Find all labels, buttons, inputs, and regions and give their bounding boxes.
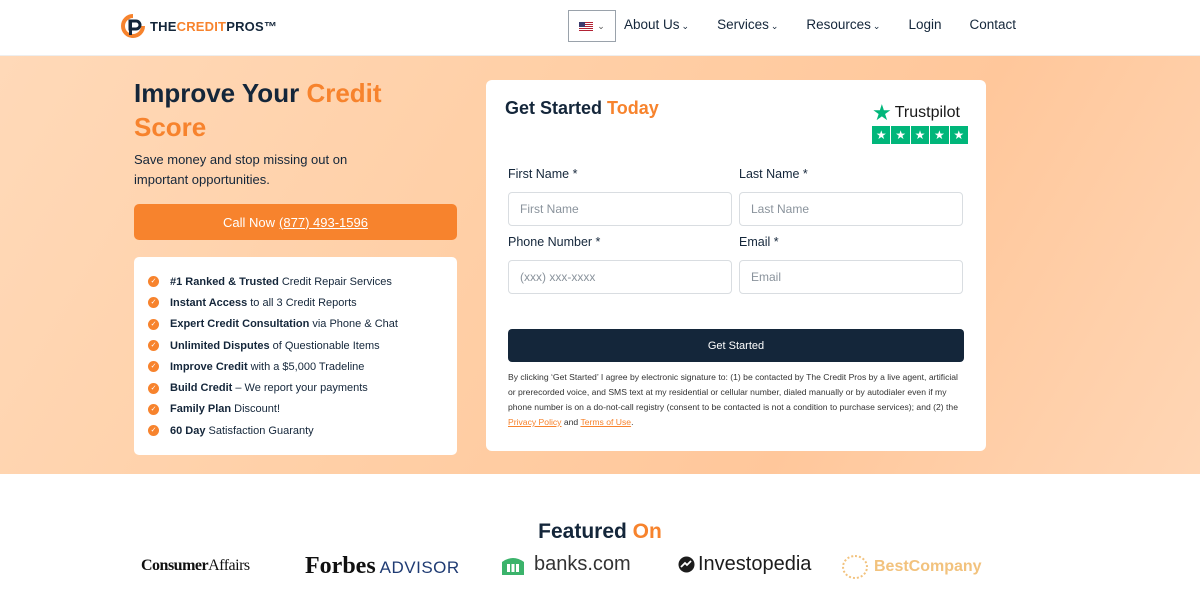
- list-item: ✓ Unlimited Disputes of Questionable Items: [148, 335, 457, 356]
- star-icon: ★: [930, 126, 949, 144]
- terms-of-use-link[interactable]: Terms of Use: [580, 417, 631, 427]
- form-title: Get Started Today: [505, 98, 659, 118]
- trustpilot-badge[interactable]: ★ Trustpilot ★ ★ ★ ★ ★: [872, 100, 968, 144]
- logo-icon: [121, 14, 145, 38]
- hero-title: Improve Your Credit Score: [134, 78, 382, 142]
- list-item: ✓ Family Plan Discount!: [148, 399, 457, 420]
- list-item: ✓ Improve Credit with a $5,000 Tradeline: [148, 356, 457, 377]
- email-field[interactable]: [739, 260, 963, 294]
- email-label: Email *: [739, 235, 779, 249]
- first-name-label: First Name *: [508, 167, 578, 181]
- get-started-button[interactable]: Get Started: [508, 329, 964, 362]
- banks-com-logo: banks.com: [500, 553, 631, 576]
- logo-text: THECREDITPROS™: [150, 18, 278, 34]
- nav-contact[interactable]: Contact: [970, 17, 1017, 32]
- bestcompany-logo: BestCompany: [842, 555, 982, 579]
- star-icon: ★: [949, 126, 968, 144]
- phone-label: Phone Number *: [508, 235, 601, 249]
- check-icon: ✓: [148, 276, 159, 288]
- check-icon: ✓: [148, 382, 159, 394]
- investopedia-logo: Investopedia: [678, 553, 811, 576]
- list-item: ✓ Build Credit – We report your payments: [148, 377, 457, 398]
- us-flag-icon: [579, 21, 594, 31]
- consumeraffairs-logo: ConsumerAffairs: [141, 557, 250, 574]
- chevron-down-icon: ⌄: [872, 21, 881, 31]
- check-icon: ✓: [148, 425, 159, 437]
- check-icon: ✓: [148, 297, 159, 309]
- star-icon: ★: [872, 126, 891, 144]
- hero-section: Improve Your Credit Score Save money and…: [0, 56, 1200, 474]
- list-item: ✓ #1 Ranked & Trusted Credit Repair Servic…: [148, 271, 457, 292]
- list-item: ✓ Expert Credit Consultation via Phone & C…: [148, 314, 457, 335]
- language-selector[interactable]: ⌄: [568, 10, 616, 42]
- check-icon: ✓: [148, 318, 159, 330]
- check-icon: ✓: [148, 403, 159, 415]
- forbes-advisor-logo: Forbes ADVISOR: [305, 553, 460, 579]
- first-name-field[interactable]: [508, 192, 732, 226]
- investopedia-icon: [678, 556, 695, 573]
- chevron-down-icon: ⌄: [597, 20, 605, 31]
- list-item: ✓ Instant Access to all 3 Credit Reports: [148, 292, 457, 313]
- last-name-field[interactable]: [739, 192, 963, 226]
- signup-form-card: Get Started Today ★ Trustpilot ★ ★ ★ ★ ★ …: [486, 80, 986, 451]
- nav-about-us[interactable]: About Us ⌄: [624, 17, 689, 32]
- call-now-label: Call Now: [223, 214, 276, 230]
- site-logo[interactable]: THECREDITPROS™: [120, 13, 277, 39]
- nav-resources[interactable]: Resources ⌄: [806, 17, 880, 32]
- star-icon: ★: [910, 126, 930, 144]
- list-item: ✓ 60 Day Satisfaction Guaranty: [148, 420, 457, 441]
- hero-subtitle: Save money and stop missing out on impor…: [134, 152, 348, 187]
- features-list: ✓ #1 Ranked & Trusted Credit Repair Servic…: [134, 257, 457, 455]
- bank-icon: [502, 557, 524, 575]
- last-name-label: Last Name *: [739, 167, 808, 181]
- trustpilot-rating: ★ ★ ★ ★ ★: [872, 126, 968, 144]
- legal-disclaimer: By clicking ‘Get Started’ I agree by ele…: [508, 372, 958, 427]
- laurel-icon: [842, 555, 868, 579]
- nav-login[interactable]: Login: [908, 17, 941, 32]
- nav-services[interactable]: Services ⌄: [717, 17, 778, 32]
- main-nav: About Us ⌄ Services ⌄ Resources ⌄ Login Con…: [624, 17, 1044, 32]
- star-icon: ★: [891, 126, 910, 144]
- phone-number-link[interactable]: (877) 493-1596: [279, 215, 368, 230]
- phone-field[interactable]: [508, 260, 732, 294]
- featured-on-title: Featured On: [538, 520, 662, 543]
- chevron-down-icon: ⌄: [681, 21, 690, 31]
- chevron-down-icon: ⌄: [770, 21, 779, 31]
- check-icon: ✓: [148, 340, 159, 352]
- privacy-policy-link[interactable]: Privacy Policy: [508, 417, 561, 427]
- trustpilot-label: Trustpilot: [894, 104, 960, 121]
- call-now-button[interactable]: Call Now (877) 493-1596: [134, 204, 457, 240]
- check-icon: ✓: [148, 361, 159, 373]
- site-header: THECREDITPROS™ ⌄ About Us ⌄ Services ⌄ Res…: [0, 0, 1200, 56]
- trustpilot-star-icon: ★: [872, 100, 892, 125]
